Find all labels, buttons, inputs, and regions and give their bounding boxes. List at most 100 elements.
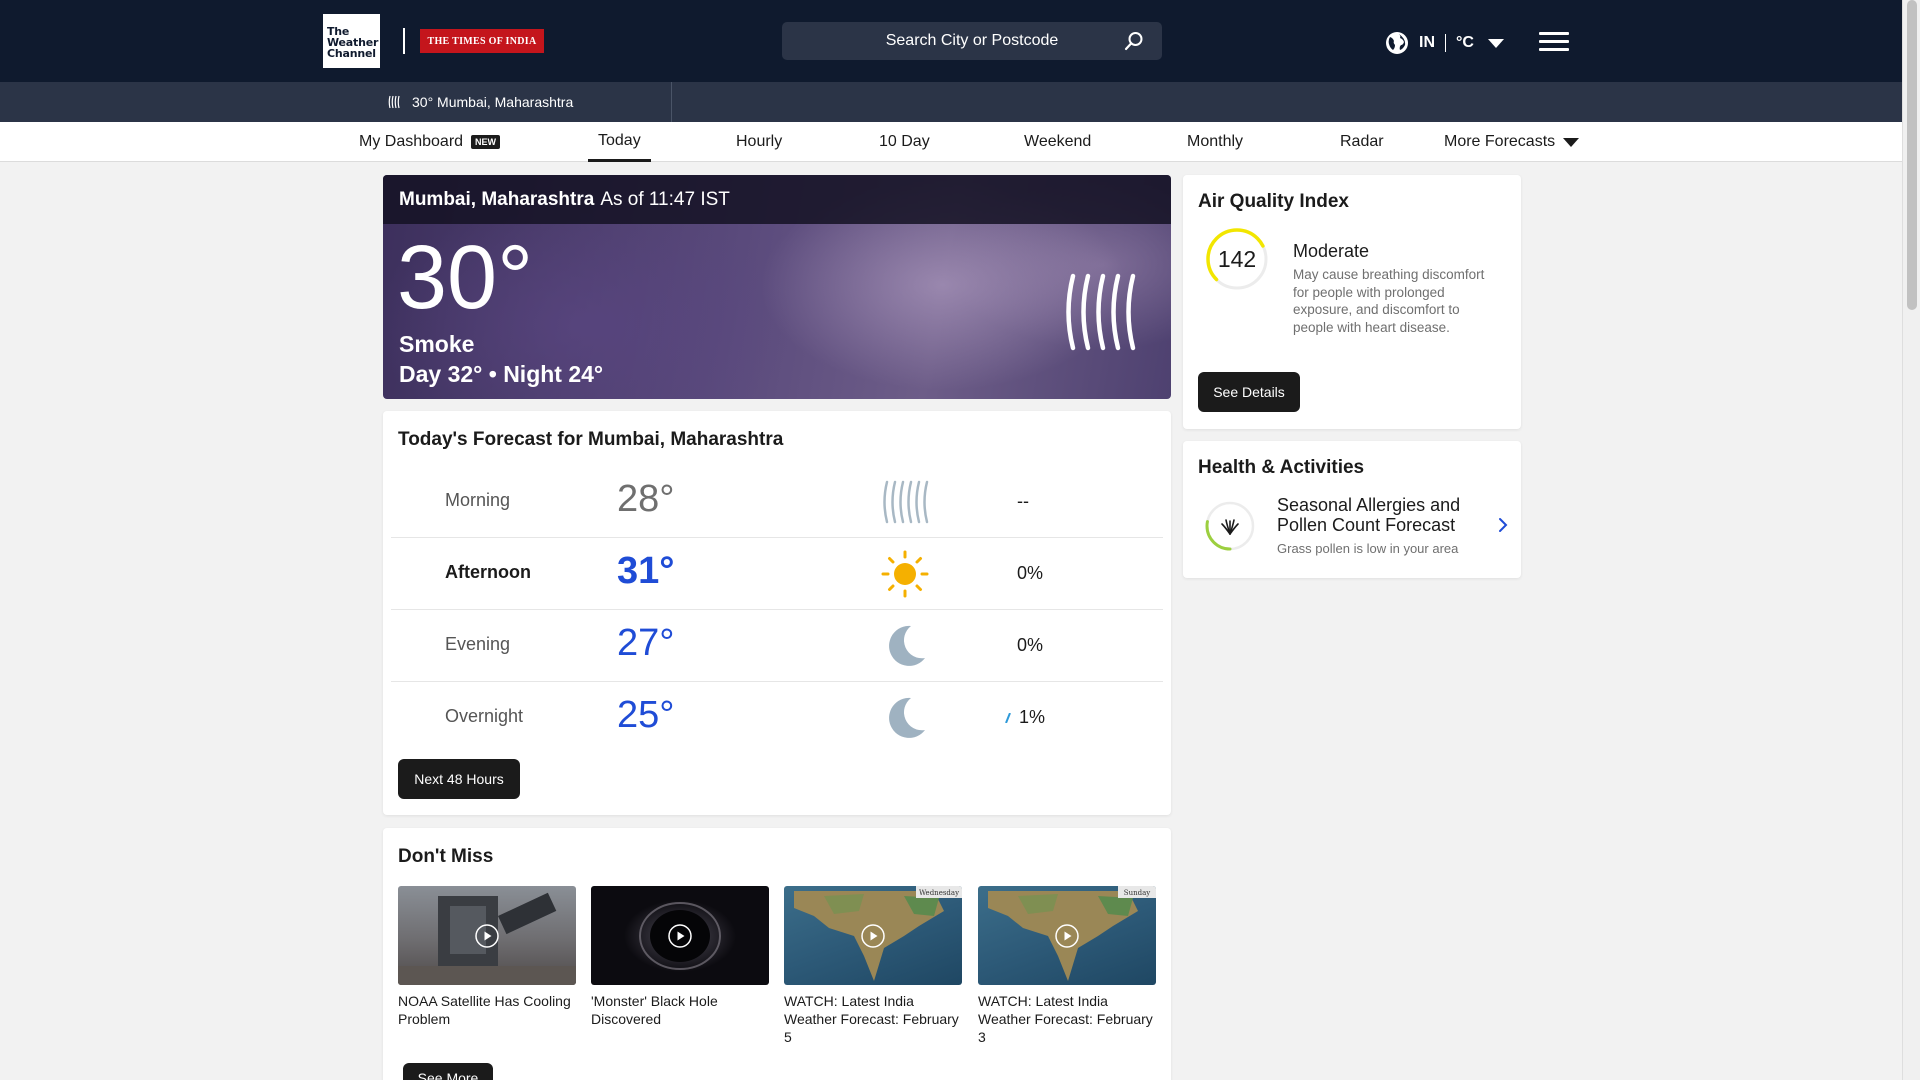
air-quality-title: Air Quality Index xyxy=(1198,191,1349,212)
pollen-gauge xyxy=(1205,501,1255,551)
video-thumbnail[interactable] xyxy=(591,886,769,985)
tab-radar[interactable]: Radar xyxy=(1340,122,1384,162)
period-label: Overnight xyxy=(445,706,524,726)
scrollbar-thumb[interactable] xyxy=(1907,0,1917,310)
tab-label: Hourly xyxy=(736,133,783,150)
unit-label: °C xyxy=(1456,34,1474,51)
map-day-label: Wednesday xyxy=(919,889,959,897)
aqi-value: 142 xyxy=(1217,245,1257,272)
todays-forecast-card: Today's Forecast for Mumbai, Maharashtra… xyxy=(383,411,1171,815)
precip-chance: 0% xyxy=(1017,635,1044,655)
tab-more-forecasts[interactable]: More Forecasts xyxy=(1444,122,1580,162)
current-phrase: Smoke xyxy=(399,331,475,357)
play-icon xyxy=(861,924,885,948)
recent-location-item[interactable]: 30° Mumbai, Maharashtra xyxy=(0,82,672,122)
forecast-row-morning[interactable]: Morning 28° -- xyxy=(391,466,1163,538)
current-conditions-header: Mumbai, Maharashtra As of 11:47 IST xyxy=(383,175,1171,224)
tab-10-day[interactable]: 10 Day xyxy=(879,122,930,162)
play-icon xyxy=(668,924,692,948)
pollen-summary: Grass pollen is low in your area xyxy=(1277,541,1459,556)
weather-channel-logo[interactable]: The Weather Channel xyxy=(323,14,380,68)
see-more-button[interactable]: See More xyxy=(403,1063,493,1080)
globe-icon xyxy=(1386,32,1408,54)
locale-divider xyxy=(1445,34,1446,52)
health-activities-card: Health & Activities Seasonal Allergies a… xyxy=(1183,441,1521,578)
new-badge: NEW xyxy=(471,135,501,149)
video-caption[interactable]: WATCH: Latest India Weather Forecast: Fe… xyxy=(978,992,1156,1046)
page-scrollbar[interactable] xyxy=(1902,0,1920,1080)
logo-divider xyxy=(403,28,405,54)
smoke-icon xyxy=(883,480,929,524)
search-icon[interactable] xyxy=(1124,31,1144,51)
video-card[interactable]: Sunday WATCH: Latest India Weather Forec… xyxy=(978,886,1156,1046)
forecast-nav: My Dashboard NEW Today Hourly 10 Day Wee… xyxy=(0,122,1902,162)
tab-label: Monthly xyxy=(1187,133,1244,150)
health-activities-title: Health & Activities xyxy=(1198,457,1365,478)
tab-label: Radar xyxy=(1340,133,1384,150)
chevron-down-icon xyxy=(1563,137,1580,147)
tab-monthly[interactable]: Monthly xyxy=(1187,122,1243,162)
region-code: IN xyxy=(1419,34,1435,51)
next-48-hours-button[interactable]: Next 48 Hours xyxy=(398,759,520,799)
period-label: Morning xyxy=(445,490,511,510)
tab-my-dashboard[interactable]: My Dashboard NEW xyxy=(359,122,501,162)
period-temp: 28° xyxy=(617,478,675,520)
current-location: Mumbai, Maharashtra xyxy=(399,188,595,210)
see-details-button[interactable]: See Details xyxy=(1198,372,1300,412)
period-label: Afternoon xyxy=(445,562,531,582)
tab-label: More Forecasts xyxy=(1444,133,1556,150)
current-temperature: 30° xyxy=(397,228,534,328)
times-of-india-logo[interactable]: THE TIMES OF INDIA xyxy=(420,29,544,53)
precip-chance: 0% xyxy=(1017,563,1044,583)
recent-locations-bar: 30° Mumbai, Maharashtra xyxy=(0,82,1902,122)
aqi-category: Moderate xyxy=(1293,241,1370,261)
precip-chance: 1% xyxy=(1005,707,1045,728)
locale-selector[interactable]: IN °C xyxy=(1385,30,1504,56)
precip-chance: -- xyxy=(1017,491,1029,511)
as-of-timestamp: As of 11:47 IST xyxy=(600,188,730,210)
video-thumbnail[interactable]: Sunday xyxy=(978,886,1156,985)
smoke-icon xyxy=(388,95,400,109)
site-header: The Weather Channel THE TIMES OF INDIA Sea… xyxy=(0,0,1902,82)
video-caption[interactable]: NOAA Satellite Has Cooling Problem xyxy=(398,992,576,1028)
video-caption[interactable]: 'Monster' Black Hole Discovered xyxy=(591,992,769,1028)
raindrop-icon xyxy=(1005,712,1011,723)
tab-label: Today xyxy=(598,131,641,149)
video-caption[interactable]: WATCH: Latest India Weather Forecast: Fe… xyxy=(784,992,962,1046)
moon-icon xyxy=(889,625,925,666)
tab-label: 10 Day xyxy=(879,133,930,150)
video-thumbnail[interactable] xyxy=(398,886,576,985)
day-night-temps: Day 32° • Night 24° xyxy=(399,361,604,387)
recent-location-label: 30° Mumbai, Maharashtra xyxy=(412,94,574,110)
tab-label: My Dashboard xyxy=(359,133,464,150)
video-card[interactable]: 'Monster' Black Hole Discovered xyxy=(591,886,769,1028)
moon-icon xyxy=(889,697,925,738)
todays-forecast-title: Today's Forecast for Mumbai, Maharashtra xyxy=(398,429,784,450)
chevron-right-icon[interactable] xyxy=(1497,517,1509,533)
hamburger-menu-icon[interactable] xyxy=(1539,32,1569,52)
smoke-icon xyxy=(1066,273,1136,351)
pollen-forecast-link[interactable]: Seasonal Allergies and Pollen Count Fore… xyxy=(1277,495,1477,535)
tab-weekend[interactable]: Weekend xyxy=(1024,122,1091,162)
dont-miss-card: Don't Miss NOAA Satellite Has Cooling Pr… xyxy=(383,828,1171,1080)
tab-today[interactable]: Today xyxy=(588,122,651,162)
search-input[interactable]: Search City or Postcode xyxy=(782,22,1162,60)
play-icon xyxy=(1055,924,1079,948)
video-thumbnail[interactable]: Wednesday xyxy=(784,886,962,985)
video-card[interactable]: Wednesday WATCH: Latest India Weather Fo… xyxy=(784,886,962,1046)
precip-value: 1% xyxy=(1019,707,1046,727)
grass-icon xyxy=(1221,519,1239,535)
aqi-description: May cause breathing discomfort for peopl… xyxy=(1293,267,1485,335)
sun-icon xyxy=(881,550,929,598)
video-card[interactable]: NOAA Satellite Has Cooling Problem xyxy=(398,886,576,1028)
air-quality-card: Air Quality Index 142 Moderate May cause… xyxy=(1183,175,1521,429)
period-temp: 31° xyxy=(617,550,675,592)
search-placeholder: Search City or Postcode xyxy=(885,32,1059,49)
tab-hourly[interactable]: Hourly xyxy=(736,122,782,162)
forecast-row-afternoon[interactable]: Afternoon 31° 0% xyxy=(391,538,1163,610)
period-temp: 25° xyxy=(617,694,675,736)
play-icon xyxy=(475,924,499,948)
current-conditions-card: Mumbai, Maharashtra As of 11:47 IST 30° … xyxy=(383,175,1171,399)
forecast-row-overnight[interactable]: Overnight 25° 1% xyxy=(391,682,1163,754)
forecast-row-evening[interactable]: Evening 27° 0% xyxy=(391,610,1163,682)
